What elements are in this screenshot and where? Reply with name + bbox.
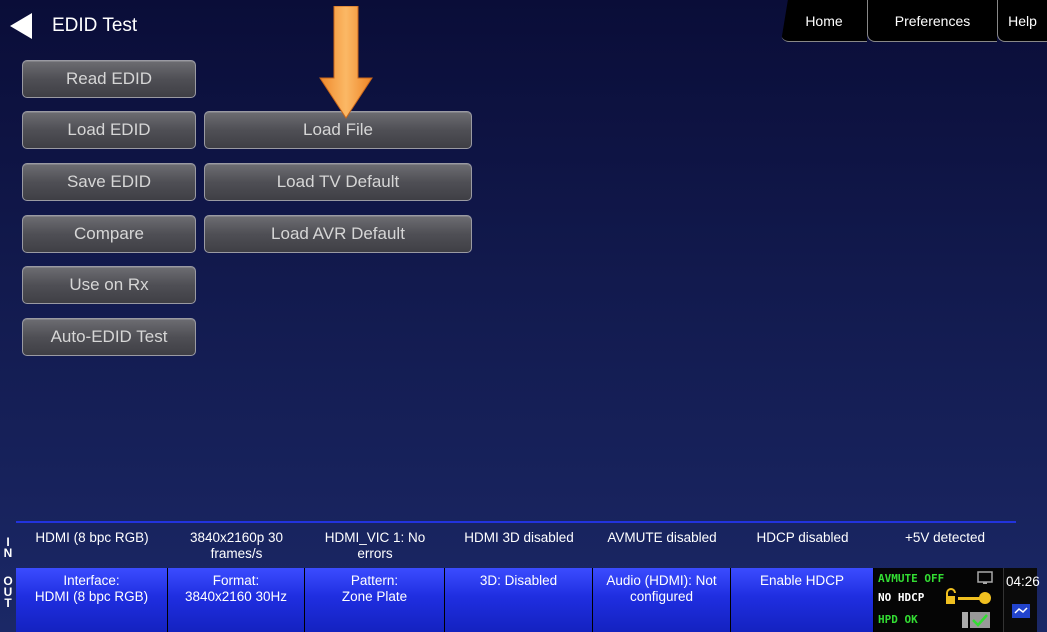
load-edid-button[interactable]: Load EDID [22,111,196,149]
in-vic-status: HDMI_VIC 1: No errors [324,530,426,561]
in-hdcp-status: HDCP disabled [756,530,849,545]
in-format: 3840x2160p 30 frames/s [189,530,284,561]
check-icon [962,612,990,628]
page-title: EDID Test [52,15,138,36]
save-edid-button[interactable]: Save EDID [22,163,196,201]
out-audio-button[interactable]: Audio (HDMI): Not configured [593,568,731,632]
out-format-button[interactable]: Format: 3840x2160 30Hz [168,568,305,632]
nav-tabs: Home Preferences Help [781,0,1047,42]
clock-panel: 04:26 [1004,568,1040,632]
in-5v-status: +5V detected [905,530,985,545]
out-interface-button[interactable]: Interface: HDMI (8 bpc RGB) [16,568,168,632]
out-3d-button[interactable]: 3D: Disabled [445,568,593,632]
monitor-icon [977,571,993,584]
out-pattern-button[interactable]: Pattern: Zone Plate [305,568,445,632]
back-arrow-icon[interactable] [10,13,32,39]
clock: 04:26 [1006,574,1040,589]
use-on-rx-button[interactable]: Use on Rx [22,266,196,304]
read-edid-button[interactable]: Read EDID [22,60,196,98]
enable-hdcp-button[interactable]: Enable HDCP [731,568,874,632]
in-3d-status: HDMI 3D disabled [464,530,574,545]
in-avmute-status: AVMUTE disabled [607,530,717,545]
in-interface: HDMI (8 bpc RGB) [35,530,149,545]
output-label: OUT [3,574,13,610]
avmute-indicator: AVMUTE OFF [878,572,945,585]
tab-help[interactable]: Help [997,0,1047,42]
screen: EDID Test Home Preferences Help Read EDI… [0,0,1047,632]
compare-button[interactable]: Compare [22,215,196,253]
lock-key-icon [946,588,991,604]
load-avr-default-button[interactable]: Load AVR Default [204,215,472,253]
output-indicator-panel: AVMUTE OFF NO HDCP HPD OK [874,568,1004,632]
connection-icon[interactable] [1012,604,1030,618]
output-status-bar: Interface: HDMI (8 bpc RGB) Format: 3840x2… [16,568,1047,632]
down-arrow-icon [319,6,373,119]
auto-edid-test-button[interactable]: Auto-EDID Test [22,318,196,356]
input-label: IN [3,535,13,560]
hpd-indicator: HPD OK [878,613,918,626]
tab-preferences[interactable]: Preferences [867,0,997,42]
load-tv-default-button[interactable]: Load TV Default [204,163,472,201]
tab-home[interactable]: Home [781,0,867,42]
hdcp-indicator: NO HDCP [878,591,925,604]
top-bar: EDID Test Home Preferences Help [0,0,1047,52]
input-status-bar: HDMI (8 bpc RGB) 3840x2160p 30 frames/s H… [16,521,1016,568]
